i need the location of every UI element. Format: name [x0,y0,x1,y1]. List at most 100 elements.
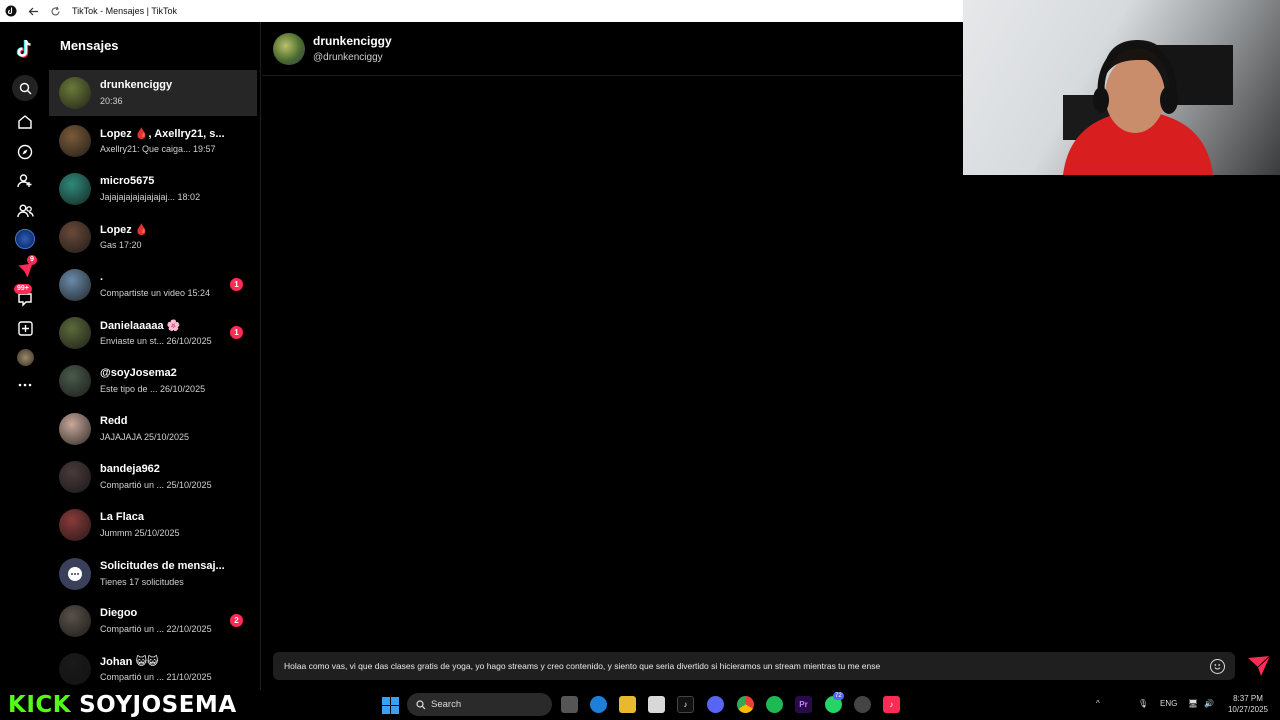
conversation-name: bandeja962 [100,463,160,475]
tray-chevron-icon[interactable]: ^ [1096,699,1100,708]
chat-contact-handle: @drunkenciggy [313,52,383,63]
stream-brand: KICK SOYJOSEMA [8,692,237,718]
conversation-row[interactable]: Redd JAJAJAJA 25/10/2025 [49,406,257,452]
conversation-row[interactable]: micro5675 Jajajajajajajajajaj... 18:02 [49,166,257,212]
conversation-row[interactable]: drunkenciggy 20:36 [49,70,257,116]
conversation-preview: Jajajajajajajajajaj... 18:02 [100,192,201,202]
conversation-name: micro5675 [100,175,155,187]
chrome-icon[interactable] [737,696,754,713]
conversation-row[interactable]: Solicitudes de mensaj... Tienes 17 solici… [49,551,257,597]
nav-rail: 9 99+ [0,22,49,690]
conversation-preview: 20:36 [100,96,123,106]
conversation-name: Diegoo [100,607,138,619]
conversation-row[interactable]: Diegoo Compartió un ... 22/10/2025 2 [49,598,257,644]
friends-icon[interactable] [12,198,38,224]
edge-browser-icon[interactable] [590,696,607,713]
conversation-row[interactable]: Lopez 🩸, Axellry21, s... Axellry21: Que c… [49,118,257,164]
conversation-avatar [59,365,91,397]
microphone-icon[interactable]: 🎙 [1138,699,1148,708]
conversation-name: Redd [100,415,128,427]
taskbar: KICK SOYJOSEMA Search ♪ Pr 72 ♪ ^ 🎙 ENG 🖥… [0,690,1280,720]
conversation-avatar [59,77,91,109]
following-icon[interactable] [12,168,38,194]
taskbar-search[interactable]: Search [407,693,552,716]
conversation-avatar [59,221,91,253]
language-indicator[interactable]: ENG [1160,699,1177,708]
conversation-avatar [59,269,91,301]
unread-badge: 1 [230,326,243,339]
chat-avatar[interactable] [273,33,305,65]
conversation-preview: Gas 17:20 [100,240,142,250]
unread-badge: 1 [230,278,243,291]
conversation-preview: Compartió un ... 22/10/2025 [100,624,212,634]
conversation-name: Johan 😺😺 [100,656,159,668]
conversation-avatar [59,173,91,205]
conversation-avatar [59,653,91,685]
refresh-icon[interactable] [44,0,66,22]
conversation-name: @soyJosema2 [100,367,177,379]
conversation-name: La Flaca [100,511,145,523]
discord-icon[interactable] [707,696,724,713]
upload-icon[interactable] [12,315,38,341]
conversation-row[interactable]: Danielaaaaa 🌸 Enviaste un st... 26/10/202… [49,310,257,356]
conversation-preview: Compartió un ... 25/10/2025 [100,480,212,490]
back-arrow-icon[interactable] [22,0,44,22]
send-icon[interactable] [1247,655,1271,677]
conversation-preview: Compartió un ... 21/10/2025 [100,672,212,682]
inbox-badge: 99+ [14,284,32,294]
webcam-overlay [963,0,1280,175]
chat-contact-name[interactable]: drunkenciggy [313,34,392,48]
conversation-row[interactable]: . Compartiste un video 15:24 1 [49,262,257,308]
conversation-list: Mensajes drunkenciggy 20:36 Lopez 🩸, Axel… [49,22,261,690]
discord-badge: 72 [833,692,844,700]
conversation-row[interactable]: bandeja962 Compartió un ... 25/10/2025 [49,454,257,500]
message-draft-text[interactable]: Holaa como vas, vi que das clases gratis… [284,661,880,671]
store-icon[interactable] [648,696,665,713]
messages-badge: 9 [27,255,37,265]
conversation-avatar [59,509,91,541]
home-icon[interactable] [12,109,38,135]
conversation-avatar [59,605,91,637]
conversation-preview: Axellry21: Que caiga... 19:57 [100,144,216,154]
messages-icon[interactable]: 9 [12,255,38,283]
message-requests-icon [59,558,91,590]
premiere-pro-icon[interactable]: Pr [795,696,812,713]
spotify-icon[interactable] [766,696,783,713]
conversation-preview: Este tipo de ... 26/10/2025 [100,384,206,394]
task-view-icon[interactable] [561,696,578,713]
tiktok-live-studio-icon[interactable]: ♪ [883,696,900,713]
obs-icon[interactable] [854,696,871,713]
conversation-avatar [59,125,91,157]
message-input[interactable]: Holaa como vas, vi que das clases gratis… [273,652,1235,680]
volume-icon[interactable]: 🔊 [1204,699,1214,708]
chat-header: drunkenciggy @drunkenciggy [262,22,962,76]
windows-start-icon[interactable] [382,697,399,714]
file-explorer-icon[interactable] [619,696,636,713]
emoji-icon[interactable] [1210,659,1225,674]
system-clock[interactable]: 8:37 PM 10/27/2025 [1228,693,1268,715]
window-title: TikTok - Mensajes | TikTok [72,6,178,16]
conversation-avatar [59,461,91,493]
messages-title: Mensajes [60,38,119,53]
conversation-row[interactable]: Lopez 🩸 Gas 17:20 [49,214,257,260]
profile-avatar[interactable] [12,344,38,370]
clock-date: 10/27/2025 [1227,705,1268,714]
conversation-row[interactable]: @soyJosema2 Este tipo de ... 26/10/2025 [49,358,257,404]
conversation-preview: JAJAJAJA 25/10/2025 [100,432,190,442]
tiktok-home-logo-icon[interactable] [12,36,38,62]
search-icon[interactable] [12,75,38,101]
conversation-name: Lopez 🩸 [100,224,149,236]
conversation-row[interactable]: Johan 😺😺 Compartió un ... 21/10/2025 [49,646,257,690]
live-avatar-icon[interactable] [12,226,38,252]
conversation-name: drunkenciggy [100,79,173,91]
inbox-icon[interactable]: 99+ [12,284,38,312]
tiktok-taskbar-icon[interactable]: ♪ [677,696,694,713]
conversation-preview: Tienes 17 solicitudes [100,577,184,587]
conversation-name: . [100,271,104,283]
conversation-name: Solicitudes de mensaj... [100,560,225,572]
more-dots-icon[interactable] [12,372,38,398]
conversation-row[interactable]: La Flaca Jummm 25/10/2025 [49,502,257,548]
network-icon[interactable]: 🖥 [1188,699,1198,708]
conversation-name: Lopez 🩸, Axellry21, s... [100,128,225,140]
explore-compass-icon[interactable] [12,139,38,165]
